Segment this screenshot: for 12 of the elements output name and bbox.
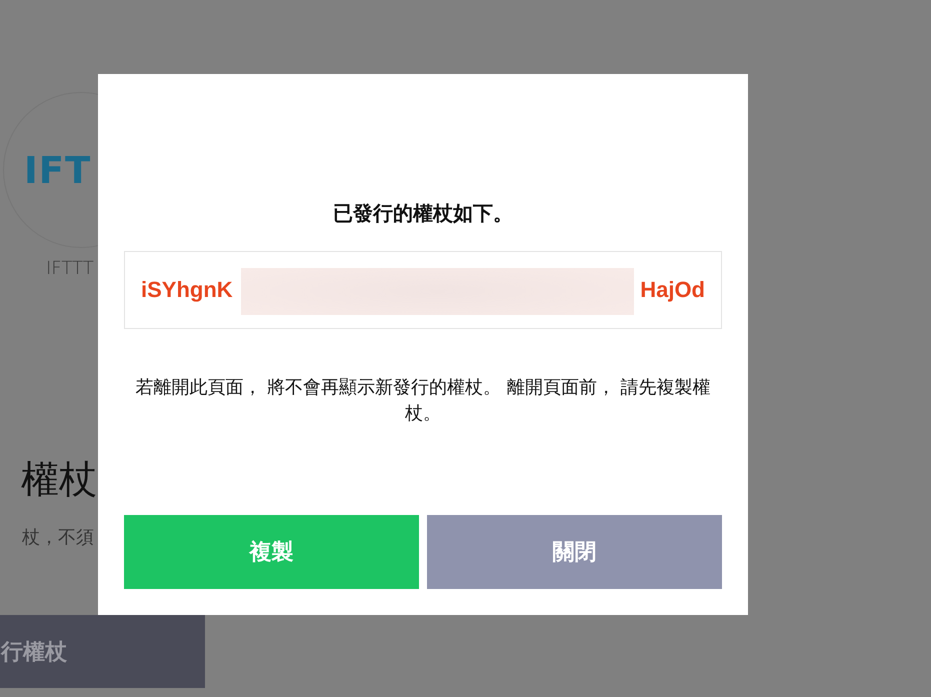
token-text: iSYhgnK [141, 277, 233, 303]
page-heading: 權杖 [21, 456, 98, 503]
close-button[interactable]: 關閉 [427, 515, 722, 589]
token-text: HajOd [640, 277, 705, 303]
logo: IFT [24, 148, 92, 192]
page-description: 杖，不須 [22, 526, 95, 549]
dialog-title: 已發行的權杖如下。 [332, 200, 514, 227]
issue-token-button[interactable]: 行權杖 [0, 615, 205, 688]
service-name: IFTTT [46, 258, 95, 279]
copy-button[interactable]: 複製 [124, 515, 419, 589]
warning-message: 若離開此頁面， 將不會再顯示新發行的權杖。 離開頁面前， 請先複製權杖。 [134, 376, 712, 426]
token-field[interactable]: iSYhgnK HajOd [124, 251, 722, 329]
